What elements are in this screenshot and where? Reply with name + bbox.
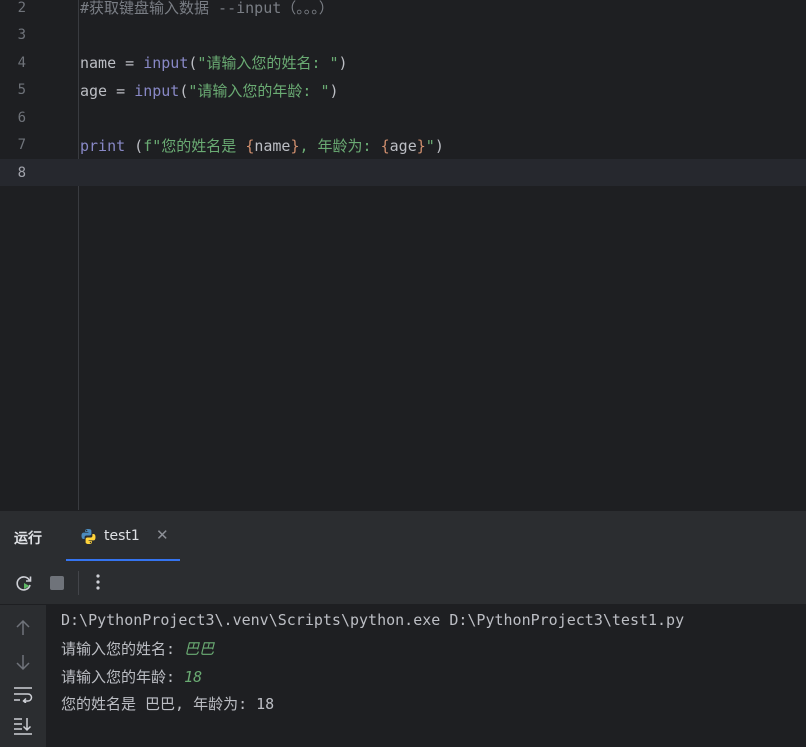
console-output[interactable]: D:\PythonProject3\.venv\Scripts\python.e… — [46, 605, 806, 747]
arrow-up-icon[interactable] — [13, 619, 33, 641]
run-panel-title: 运行 — [14, 531, 42, 547]
code-token-ident: age — [80, 81, 108, 100]
code-line[interactable]: 2 #获取键盘输入数据 --input（。。。） — [0, 0, 806, 21]
stop-icon[interactable] — [49, 575, 65, 595]
run-tool-header: 运行 test1 ✕ — [0, 510, 806, 562]
more-vertical-icon[interactable] — [94, 572, 102, 596]
line-number: 2 — [17, 0, 26, 16]
code-token-builtin: input — [143, 54, 189, 72]
code-token-builtin: print — [80, 136, 126, 155]
code-editor[interactable]: 2 #获取键盘输入数据 --input（。。。） 3 4 name = input("请… — [0, 0, 806, 510]
code-token-op: = — [107, 81, 135, 100]
run-toolbar — [0, 561, 806, 605]
code-token-op: ) — [338, 54, 348, 72]
code-token-op: = — [116, 54, 144, 72]
close-icon[interactable]: ✕ — [156, 526, 169, 544]
code-token-str: "请输入您的年龄: " — [188, 81, 330, 100]
code-text: print (f"您的姓名是 {name}, 年龄为: {age}") — [80, 135, 444, 156]
line-number: 3 — [17, 27, 26, 43]
code-token-brace: } — [416, 136, 426, 155]
code-token-fprefix: f — [143, 136, 153, 155]
code-line[interactable]: 4 name = input("请输入您的姓名: ") — [0, 49, 806, 76]
console-user-input: 18 — [184, 668, 203, 686]
line-number: 7 — [17, 137, 26, 153]
code-token-ident: name — [80, 54, 117, 72]
code-text: #获取键盘输入数据 --input（。。。） — [80, 0, 334, 18]
code-token-brace: { — [245, 136, 255, 155]
code-line[interactable]: 6 — [0, 104, 806, 131]
code-token-ident: age — [389, 136, 417, 155]
code-token-op: ) — [434, 136, 444, 155]
arrow-down-icon[interactable] — [13, 653, 33, 675]
line-number: 6 — [17, 109, 26, 126]
code-token-str: "请输入您的姓名: " — [197, 54, 339, 72]
code-token-brace: { — [380, 136, 390, 155]
code-token-op: ( — [125, 136, 144, 155]
line-number: 8 — [17, 164, 26, 181]
python-icon — [80, 528, 97, 549]
line-number: 5 — [17, 82, 26, 98]
code-token-comment: #获取键盘输入数据 --input（。。。） — [80, 0, 334, 17]
console-side-toolbar — [0, 605, 46, 747]
code-token-str: " — [425, 136, 435, 155]
line-number: 4 — [17, 54, 26, 71]
code-token-builtin: input — [134, 81, 180, 100]
rerun-icon[interactable] — [14, 573, 34, 597]
console-prompt: 请输入您的年龄: — [61, 668, 185, 686]
scroll-to-end-icon[interactable] — [13, 716, 33, 740]
tab-test1[interactable]: test1 ✕ — [66, 511, 180, 562]
code-line[interactable]: 7 print (f"您的姓名是 {name}, 年龄为: {age}") — [0, 132, 806, 159]
code-token-str: , 年龄为: — [299, 136, 381, 155]
code-token-op: ) — [329, 81, 339, 100]
console-command-line: D:\PythonProject3\.venv\Scripts\python.e… — [61, 611, 685, 629]
console-result-line: 您的姓名是 巴巴, 年龄为: 18 — [61, 695, 275, 713]
code-token-brace: } — [290, 136, 300, 155]
code-text: age = input("请输入您的年龄: ") — [80, 80, 339, 101]
console-line-name: 请输入您的姓名: 巴巴 — [61, 638, 214, 659]
tab-label: test1 — [104, 528, 140, 544]
console-line-age: 请输入您的年龄: 18 — [61, 666, 202, 687]
code-line[interactable]: 3 — [0, 22, 806, 49]
console-prompt: 请输入您的姓名: — [61, 640, 185, 658]
toolbar-separator — [78, 571, 79, 595]
soft-wrap-icon[interactable] — [13, 685, 33, 707]
code-line[interactable]: 5 age = input("请输入您的年龄: ") — [0, 77, 806, 104]
code-token-str: "您的姓名是 — [152, 136, 246, 155]
code-line[interactable]: 8 — [0, 159, 806, 186]
console-user-input: 巴巴 — [184, 640, 215, 658]
code-token-ident: name — [254, 136, 291, 155]
code-text: name = input("请输入您的姓名: ") — [80, 52, 348, 73]
